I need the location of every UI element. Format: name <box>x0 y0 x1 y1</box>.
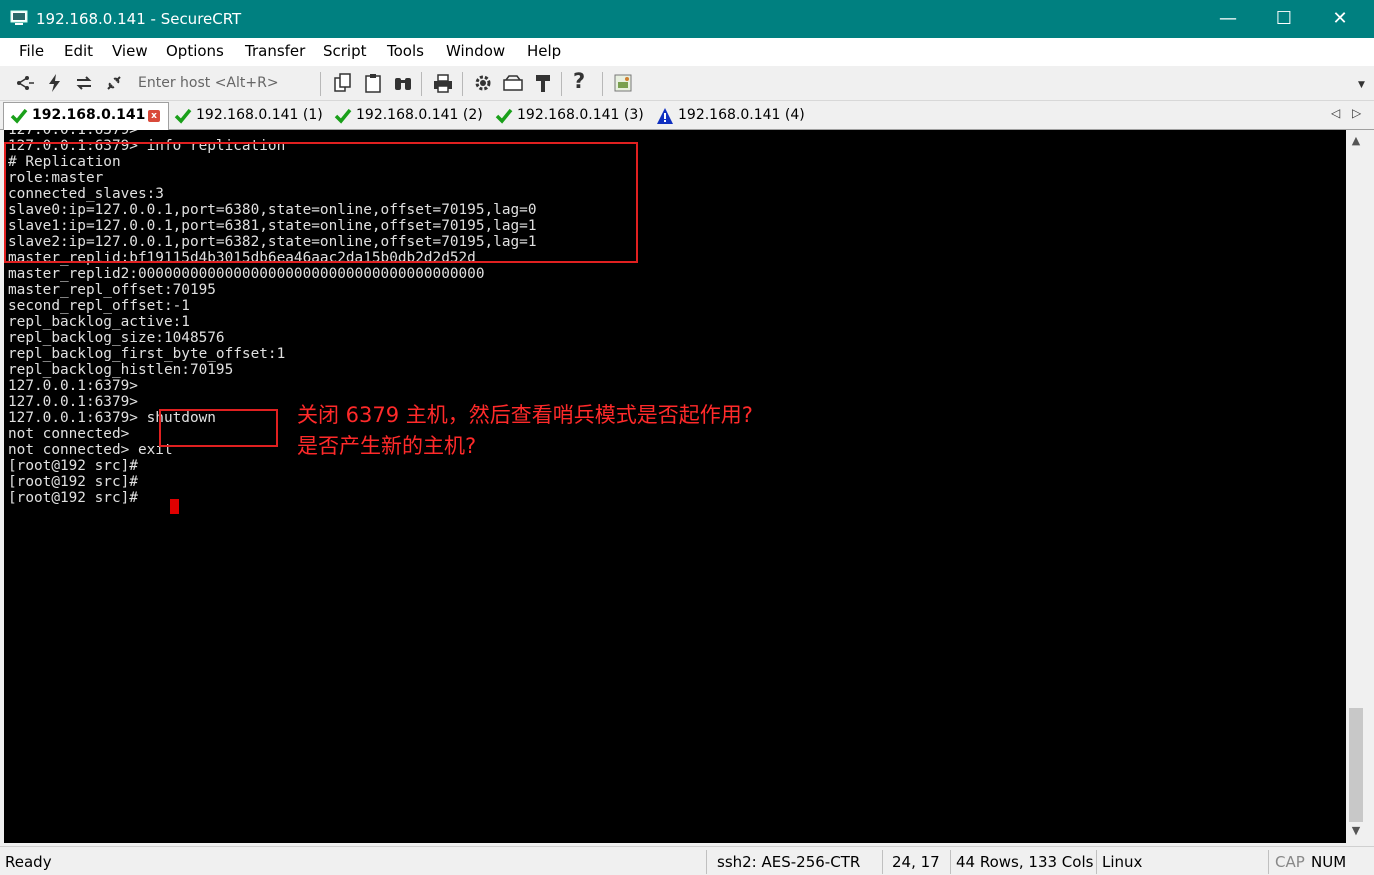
help-icon[interactable]: ? <box>573 69 595 93</box>
maximize-button[interactable]: ☐ <box>1256 0 1312 38</box>
terminal-line: 127.0.0.1:6379> <box>8 130 138 138</box>
toolbar-divider <box>561 72 562 96</box>
scroll-up-arrow-icon[interactable]: ▲ <box>1346 132 1366 150</box>
terminal-line: repl_backlog_size:1048576 <box>8 330 225 346</box>
window-title: 192.168.0.141 - SecureCRT <box>36 10 242 28</box>
status-divider <box>882 850 883 874</box>
tab-prev-arrow-icon[interactable]: ◁ <box>1331 106 1340 120</box>
menu-view[interactable]: View <box>112 42 148 60</box>
scroll-down-arrow-icon[interactable]: ▼ <box>1346 822 1366 840</box>
title-bar: 192.168.0.141 - SecureCRT — ☐ ✕ <box>0 0 1374 38</box>
quick-connect-icon[interactable] <box>44 72 66 94</box>
status-num-lock: NUM <box>1311 853 1347 871</box>
minimize-button[interactable]: — <box>1200 0 1256 38</box>
tab-label: 192.168.0.141 (1) <box>196 107 323 123</box>
tab-label: 192.168.0.141 (3) <box>517 107 644 123</box>
annotation-line-1: 关闭 6379 主机，然后查看哨兵模式是否起作用? <box>297 403 753 427</box>
status-divider <box>706 850 707 874</box>
tab-label: 192.168.0.141 (4) <box>678 107 805 123</box>
window-border <box>1366 130 1374 843</box>
annotation-line-2: 是否产生新的主机? <box>297 434 477 458</box>
menu-transfer[interactable]: Transfer <box>245 42 305 60</box>
warning-triangle-icon <box>657 108 673 124</box>
session-options-icon[interactable] <box>502 72 524 94</box>
toolbar-divider <box>462 72 463 96</box>
annotation-note: 关闭 6379 主机，然后查看哨兵模式是否起作用? 是否产生新的主机? <box>297 400 753 462</box>
terminal-cursor <box>170 499 179 514</box>
tab-session-0[interactable]: 192.168.0.141 x <box>3 102 169 130</box>
status-divider <box>1096 850 1097 874</box>
connect-icon[interactable] <box>13 72 35 94</box>
close-window-button[interactable]: ✕ <box>1312 0 1368 38</box>
connected-check-icon <box>174 108 192 124</box>
shutdown-highlight-box <box>159 409 278 447</box>
tab-session-4[interactable]: 192.168.0.141 (4) <box>650 103 812 128</box>
connected-check-icon <box>334 108 352 124</box>
status-terminal-size: 44 Rows, 133 Cols <box>956 853 1094 871</box>
keymap-icon[interactable] <box>532 72 554 94</box>
sftp-icon[interactable] <box>612 72 634 94</box>
enter-host-input[interactable] <box>134 73 322 93</box>
paste-icon[interactable] <box>362 72 384 94</box>
find-icon[interactable] <box>392 72 414 94</box>
connected-check-icon <box>495 108 513 124</box>
tab-label: 192.168.0.141 <box>32 107 146 123</box>
menu-edit[interactable]: Edit <box>64 42 93 60</box>
tab-next-arrow-icon[interactable]: ▷ <box>1352 106 1361 120</box>
terminal-line: repl_backlog_histlen:70195 <box>8 362 234 378</box>
toolbar-divider <box>421 72 422 96</box>
toolbar: ? ▼ <box>0 66 1374 101</box>
tab-session-2[interactable]: 192.168.0.141 (2) <box>328 103 488 128</box>
status-bar: Ready ssh2: AES-256-CTR 24, 17 44 Rows, … <box>0 846 1374 875</box>
status-caps-lock: CAP <box>1275 853 1305 871</box>
menu-options[interactable]: Options <box>166 42 224 60</box>
menu-bar: File Edit View Options Transfer Script T… <box>0 38 1374 66</box>
toolbar-divider <box>602 72 603 96</box>
settings-gear-icon[interactable] <box>472 72 494 94</box>
terminal-pane[interactable]: 127.0.0.1:6379> 127.0.0.1:6379> info repl… <box>4 130 1346 843</box>
status-divider <box>950 850 951 874</box>
status-ready: Ready <box>5 853 52 871</box>
tab-label: 192.168.0.141 (2) <box>356 107 483 123</box>
menu-script[interactable]: Script <box>323 42 367 60</box>
connected-check-icon <box>10 108 28 124</box>
print-icon[interactable] <box>432 72 454 94</box>
tab-close-icon[interactable]: x <box>148 110 160 122</box>
replication-highlight-box <box>4 142 638 263</box>
terminal-line: 127.0.0.1:6379> <box>8 378 138 394</box>
tab-session-1[interactable]: 192.168.0.141 (1) <box>168 103 328 128</box>
vertical-scrollbar[interactable]: ▲ ▼ <box>1346 130 1366 843</box>
terminal-line: master_replid2:0000000000000000000000000… <box>8 266 485 282</box>
status-cursor-position: 24, 17 <box>892 853 940 871</box>
menu-help[interactable]: Help <box>527 42 561 60</box>
terminal-line: second_repl_offset:-1 <box>8 298 190 314</box>
status-os: Linux <box>1102 853 1143 871</box>
terminal-line: repl_backlog_active:1 <box>8 314 190 330</box>
toolbar-divider <box>320 72 321 96</box>
securecrt-app-icon[interactable] <box>10 10 28 26</box>
toolbar-overflow-chevron-icon[interactable]: ▼ <box>1358 80 1365 90</box>
terminal-line: [root@192 src]# <box>8 474 138 490</box>
status-cipher: ssh2: AES-256-CTR <box>717 853 861 871</box>
menu-window[interactable]: Window <box>446 42 505 60</box>
status-divider <box>1268 850 1269 874</box>
reconnect-icon[interactable] <box>73 72 95 94</box>
terminal-line: repl_backlog_first_byte_offset:1 <box>8 346 286 362</box>
tab-session-3[interactable]: 192.168.0.141 (3) <box>489 103 649 128</box>
terminal-line: master_repl_offset:70195 <box>8 282 216 298</box>
copy-icon[interactable] <box>332 72 354 94</box>
session-tab-bar: 192.168.0.141 x 192.168.0.141 (1) 192.16… <box>0 101 1374 130</box>
menu-tools[interactable]: Tools <box>387 42 424 60</box>
terminal-line: [root@192 src]# <box>8 490 147 506</box>
scroll-thumb[interactable] <box>1349 708 1363 822</box>
disconnect-icon[interactable] <box>103 72 125 94</box>
menu-file[interactable]: File <box>19 42 44 60</box>
